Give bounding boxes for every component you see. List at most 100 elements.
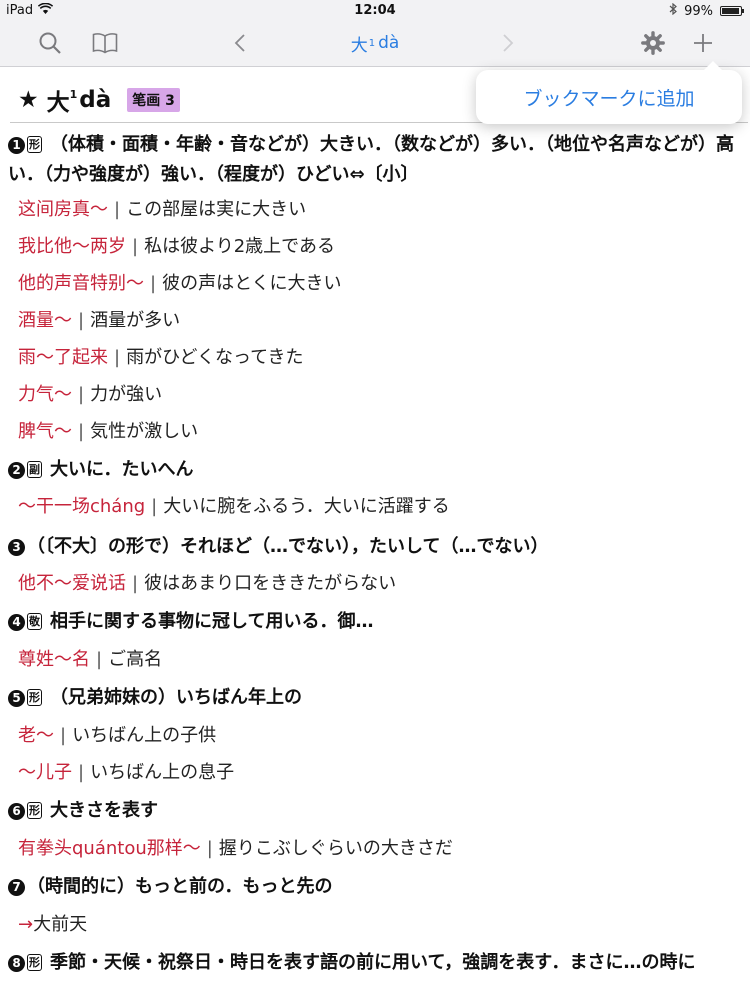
add-bookmark-option[interactable]: ブックマークに追加 xyxy=(523,84,694,111)
settings-button[interactable] xyxy=(634,20,672,66)
example-row[interactable]: 雨～了起来 | 雨がひどくなってきた xyxy=(18,343,304,373)
sense-number: 1 xyxy=(8,137,25,154)
pos-badge: 形 xyxy=(27,136,42,153)
cross-reference-word: 大前天 xyxy=(33,914,88,935)
example-row[interactable]: 这间房真～ | この部屋は実に大きい xyxy=(18,195,306,225)
separator: | xyxy=(114,347,121,368)
example-row[interactable]: 力气～ | 力が強い xyxy=(18,380,162,410)
example-chinese: 他的声音特别～ xyxy=(18,273,144,294)
example-japanese: この部屋は実に大きい xyxy=(126,199,307,220)
cross-reference-link[interactable]: →大前天 xyxy=(18,910,87,940)
separator: | xyxy=(78,421,85,442)
bookmark-popover[interactable]: ブックマークに追加 xyxy=(476,61,742,124)
example-chinese: 我比他～两岁 xyxy=(18,236,126,257)
sense-number: 4 xyxy=(8,614,25,631)
separator: | xyxy=(132,236,139,257)
title-pinyin: dà xyxy=(378,33,400,53)
headword-sup: 1 xyxy=(69,88,78,102)
chevron-left-icon xyxy=(234,34,245,52)
book-button[interactable] xyxy=(85,20,125,66)
example-japanese: 大いに腕をふるう．大いに活躍する xyxy=(163,496,450,517)
example-row[interactable]: 老～ | いちばん上の子供 xyxy=(18,721,216,751)
sense-definition: 季節・天候・祝祭日・時日を表す語の前に用いて，強調を表す．まさに…の時に xyxy=(50,952,696,973)
example-chinese: 他不～爱说话 xyxy=(18,573,126,594)
sense-5: 5 形 （兄弟姉妹の）いちばん年上の xyxy=(8,683,746,713)
sense-2: 2 副大いに．たいへん xyxy=(8,455,746,485)
sense-definition: （〔不大〕の形で）それほど（…でない），たいして（…でない） xyxy=(27,536,549,557)
example-row[interactable]: 他的声音特别～ | 彼の声はとくに大きい xyxy=(18,269,342,299)
example-row[interactable]: 尊姓～名 | ご高名 xyxy=(18,645,162,675)
example-chinese: ～干一场cháng xyxy=(18,496,146,517)
example-chinese: 尊姓～名 xyxy=(18,649,90,670)
example-chinese: ～儿子 xyxy=(18,762,72,783)
separator: | xyxy=(132,573,139,594)
battery-icon xyxy=(720,6,744,16)
sense-number: 8 xyxy=(8,955,25,972)
sense-number: 6 xyxy=(8,803,25,820)
separator: | xyxy=(60,725,67,746)
pos-badge: 形 xyxy=(27,954,42,971)
example-chinese: 有拳头quántou那样～ xyxy=(18,838,201,859)
forward-button[interactable] xyxy=(493,20,523,66)
arrow-icon: → xyxy=(18,914,34,935)
example-japanese: ご高名 xyxy=(108,649,163,670)
star-icon: ★ xyxy=(18,87,39,113)
sense-definition: 相手に関する事物に冠して用いる．御… xyxy=(50,611,374,632)
sense-definition: 大いに．たいへん xyxy=(50,459,194,480)
chevron-right-icon xyxy=(503,34,514,52)
example-row[interactable]: 有拳头quántou那样～ | 握りこぶしぐらいの大きさだ xyxy=(18,834,453,864)
plus-icon xyxy=(694,34,712,52)
sense-definition: 大きさを表す xyxy=(50,800,158,821)
sense-1: 1 形（体積・面積・年齢・音などが）大きい．（数などが）多い．（地位や名声などが）… xyxy=(8,130,746,190)
sense-number: 5 xyxy=(8,690,25,707)
example-row[interactable]: 酒量～ | 酒量が多い xyxy=(18,306,180,336)
add-bookmark-button[interactable] xyxy=(685,20,721,66)
example-japanese: 気性が激しい xyxy=(90,421,199,442)
separator: | xyxy=(78,762,85,783)
example-japanese: 酒量が多い xyxy=(90,310,181,331)
headword: ★ 大 1dà 笔画 3 xyxy=(18,80,180,120)
example-japanese: 雨がひどくなってきた xyxy=(126,347,304,368)
separator: | xyxy=(96,649,103,670)
sense-4: 4 敬相手に関する事物に冠して用いる．御… xyxy=(8,607,746,637)
sense-6: 6 形大きさを表す xyxy=(8,796,746,826)
separator: | xyxy=(150,273,157,294)
sense-7: 7 （時間的に）もっと前の．もっと先の xyxy=(8,872,746,902)
example-row[interactable]: ～干一场cháng | 大いに腕をふるう．大いに活躍する xyxy=(18,492,450,522)
example-chinese: 这间房真～ xyxy=(18,199,108,220)
stroke-count-badge: 笔画 3 xyxy=(127,88,180,112)
example-row[interactable]: 脾气～ | 気性が激しい xyxy=(18,417,198,447)
search-button[interactable] xyxy=(30,20,70,66)
sense-number: 7 xyxy=(8,879,25,896)
search-icon xyxy=(39,32,61,54)
sense-definition: （体積・面積・年齢・音などが）大きい．（数などが）多い．（地位や名声などが）高い… xyxy=(8,134,734,185)
headword-pinyin: dà xyxy=(79,87,112,113)
separator: | xyxy=(78,310,85,331)
headword-hanzi: 大 xyxy=(46,90,70,116)
example-row[interactable]: ～儿子 | いちばん上の息子 xyxy=(18,758,234,788)
gear-icon xyxy=(641,31,665,55)
example-row[interactable]: 他不～爱说话 | 彼はあまり口をききたがらない xyxy=(18,569,396,599)
example-row[interactable]: 我比他～两岁 | 私は彼より2歳上である xyxy=(18,232,335,262)
back-button[interactable] xyxy=(225,20,255,66)
clock: 12:04 xyxy=(354,3,396,18)
toolbar-title: 大 1 dà xyxy=(300,20,450,66)
battery-percent: 99% xyxy=(684,3,713,19)
example-japanese: 彼はあまり口をききたがらない xyxy=(144,573,397,594)
sense-number: 2 xyxy=(8,462,25,479)
status-bar: iPad 12:04 99% xyxy=(0,0,750,20)
sense-definition: （兄弟姉妹の）いちばん年上の xyxy=(50,687,302,708)
sense-8: 8 形季節・天候・祝祭日・時日を表す語の前に用いて，強調を表す．まさに…の時に xyxy=(8,948,746,978)
separator: | xyxy=(151,496,158,517)
separator: | xyxy=(206,838,213,859)
sense-definition: （時間的に）もっと前の．もっと先の xyxy=(27,876,333,897)
toolbar: 大 1 dà xyxy=(0,20,750,67)
sense-3: 3 （〔不大〕の形で）それほど（…でない），たいして（…でない） xyxy=(8,532,746,562)
example-chinese: 老～ xyxy=(18,725,54,746)
pos-badge: 敬 xyxy=(27,613,42,630)
example-japanese: 握りこぶしぐらいの大きさだ xyxy=(218,838,453,859)
example-chinese: 酒量～ xyxy=(18,310,72,331)
example-japanese: 彼の声はとくに大きい xyxy=(162,273,342,294)
sense-number: 3 xyxy=(8,539,25,556)
title-hanzi: 大 xyxy=(350,35,368,56)
